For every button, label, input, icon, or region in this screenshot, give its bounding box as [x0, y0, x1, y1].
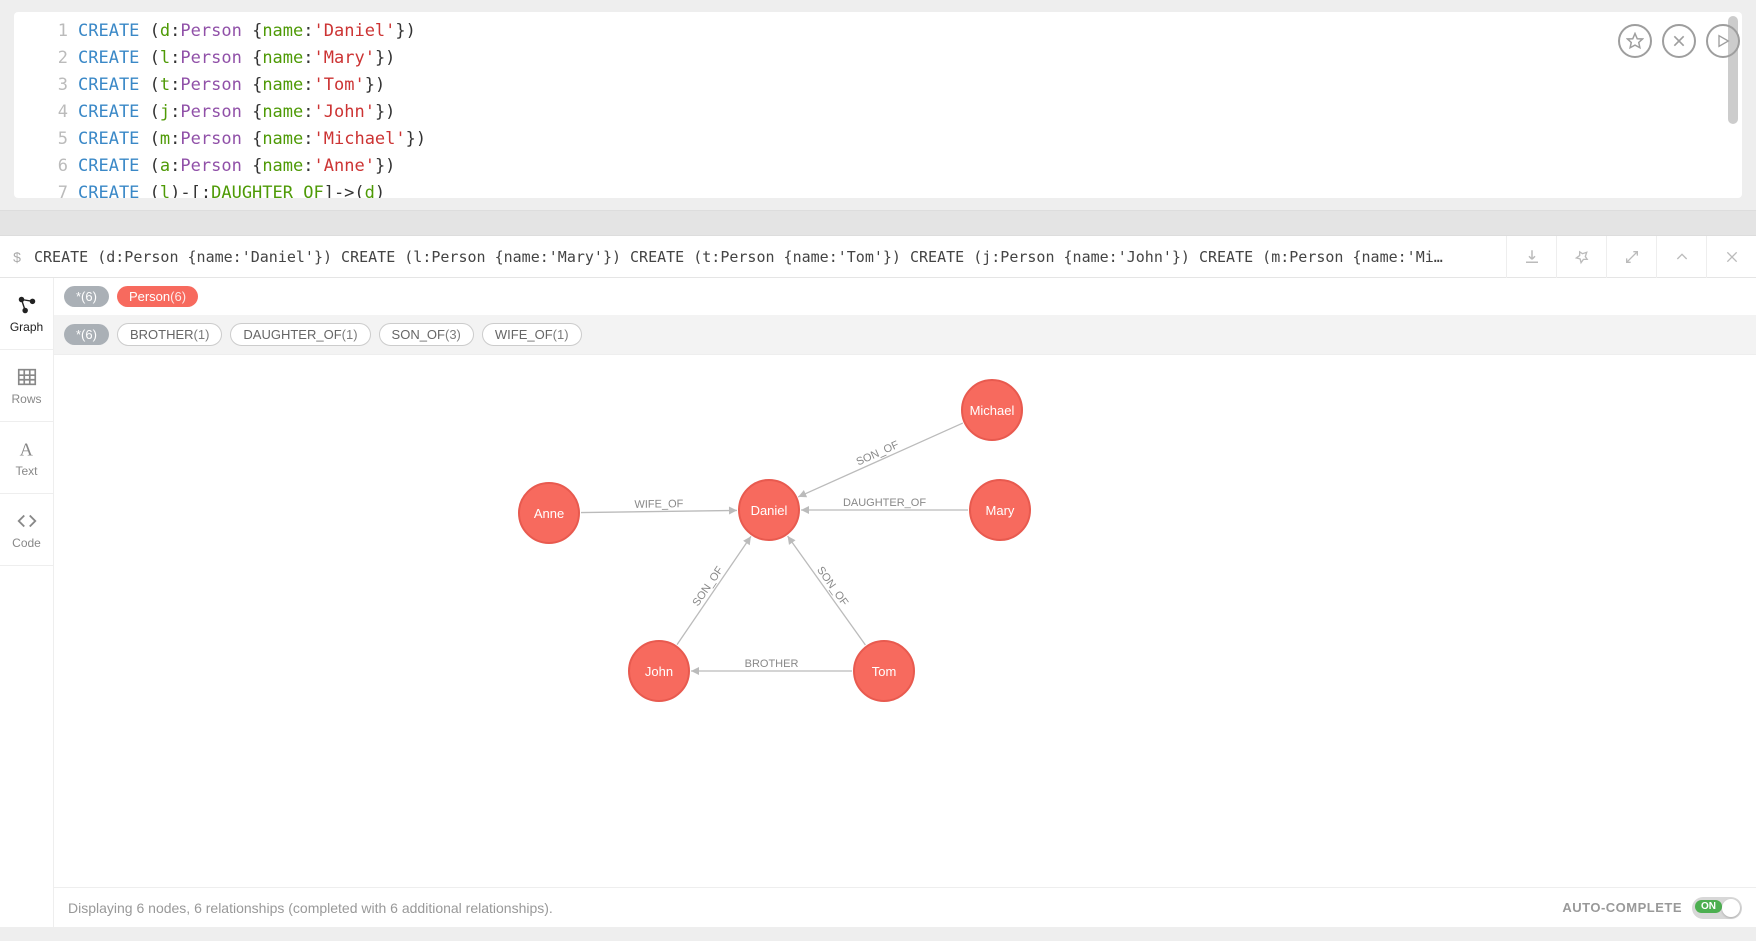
svg-text:SON_OF: SON_OF — [814, 565, 850, 609]
editor-code[interactable]: CREATE (d:Person {name:'Daniel'})CREATE … — [78, 18, 1742, 198]
toggle-knob — [1722, 899, 1740, 917]
executed-query-text: CREATE (d:Person {name:'Daniel'}) CREATE… — [24, 248, 1506, 266]
person-chip[interactable]: Person(6) — [117, 286, 198, 307]
code-icon — [16, 510, 38, 532]
expand-button[interactable] — [1606, 236, 1656, 278]
auto-complete-toggle[interactable]: ON — [1692, 897, 1742, 919]
svg-text:SON_OF: SON_OF — [691, 564, 727, 608]
pin-icon — [1574, 249, 1590, 265]
editor-controls — [1618, 24, 1740, 58]
graph-node-anne[interactable]: Anne — [518, 482, 580, 544]
rel-types-row: *(6) BROTHER(1) DAUGHTER_OF(1) SON_OF(3)… — [54, 315, 1756, 355]
text-icon: A — [16, 438, 38, 460]
view-graph[interactable]: Graph — [0, 278, 53, 350]
view-graph-label: Graph — [10, 320, 43, 334]
table-icon — [16, 366, 38, 388]
pin-button[interactable] — [1556, 236, 1606, 278]
separator-bar — [0, 210, 1756, 236]
person-chip-count: (6) — [170, 289, 186, 304]
graph-node-john[interactable]: John — [628, 640, 690, 702]
result-panel: Graph Rows A Text Code *(6) Person(6) *(… — [0, 278, 1756, 927]
status-text: Displaying 6 nodes, 6 relationships (com… — [68, 900, 553, 916]
node-labels-row: *(6) Person(6) — [54, 278, 1756, 315]
collapse-button[interactable] — [1656, 236, 1706, 278]
close-result-button[interactable] — [1706, 236, 1756, 278]
son-of-chip[interactable]: SON_OF(3) — [379, 323, 474, 346]
brother-chip[interactable]: BROTHER(1) — [117, 323, 222, 346]
editor-gutter: 1234567 — [14, 18, 78, 198]
canvas-area: *(6) Person(6) *(6) BROTHER(1) DAUGHTER_… — [54, 278, 1756, 927]
prompt-symbol: $ — [0, 249, 24, 265]
close-icon — [1724, 249, 1740, 265]
download-button[interactable] — [1506, 236, 1556, 278]
expand-icon — [1624, 249, 1640, 265]
play-icon — [1715, 33, 1731, 49]
clear-button[interactable] — [1662, 24, 1696, 58]
download-icon — [1523, 248, 1541, 266]
graph-node-daniel[interactable]: Daniel — [738, 479, 800, 541]
status-bar: Displaying 6 nodes, 6 relationships (com… — [54, 887, 1756, 927]
graph-node-michael[interactable]: Michael — [961, 379, 1023, 441]
favorite-button[interactable] — [1618, 24, 1652, 58]
view-rows-label: Rows — [11, 392, 41, 406]
close-icon — [1671, 33, 1687, 49]
svg-text:DAUGHTER_OF: DAUGHTER_OF — [843, 497, 926, 509]
graph-icon — [16, 294, 38, 316]
editor-panel: 1234567 CREATE (d:Person {name:'Daniel'}… — [0, 0, 1756, 210]
view-switcher: Graph Rows A Text Code — [0, 278, 54, 927]
cypher-editor[interactable]: 1234567 CREATE (d:Person {name:'Daniel'}… — [14, 12, 1742, 198]
svg-text:A: A — [19, 439, 33, 459]
all-nodes-chip[interactable]: *(6) — [64, 286, 109, 307]
graph-visualization[interactable]: WIFE_OFDAUGHTER_OFSON_OFSON_OFSON_OFBROT… — [54, 355, 1756, 887]
toggle-on-text: ON — [1695, 900, 1722, 913]
view-text[interactable]: A Text — [0, 422, 53, 494]
all-rels-chip[interactable]: *(6) — [64, 324, 109, 345]
view-rows[interactable]: Rows — [0, 350, 53, 422]
svg-text:WIFE_OF: WIFE_OF — [634, 498, 683, 511]
star-icon — [1626, 32, 1644, 50]
graph-node-mary[interactable]: Mary — [969, 479, 1031, 541]
graph-node-tom[interactable]: Tom — [853, 640, 915, 702]
chevron-up-icon — [1674, 249, 1690, 265]
person-chip-label: Person — [129, 289, 170, 304]
run-button[interactable] — [1706, 24, 1740, 58]
view-code-label: Code — [12, 536, 41, 550]
view-text-label: Text — [15, 464, 37, 478]
view-code[interactable]: Code — [0, 494, 53, 566]
query-summary-row: $ CREATE (d:Person {name:'Daniel'}) CREA… — [0, 236, 1756, 278]
result-actions — [1506, 236, 1756, 278]
auto-complete-label: AUTO-COMPLETE — [1562, 900, 1682, 915]
svg-text:BROTHER: BROTHER — [745, 658, 799, 670]
wife-of-chip[interactable]: WIFE_OF(1) — [482, 323, 582, 346]
daughter-of-chip[interactable]: DAUGHTER_OF(1) — [230, 323, 370, 346]
